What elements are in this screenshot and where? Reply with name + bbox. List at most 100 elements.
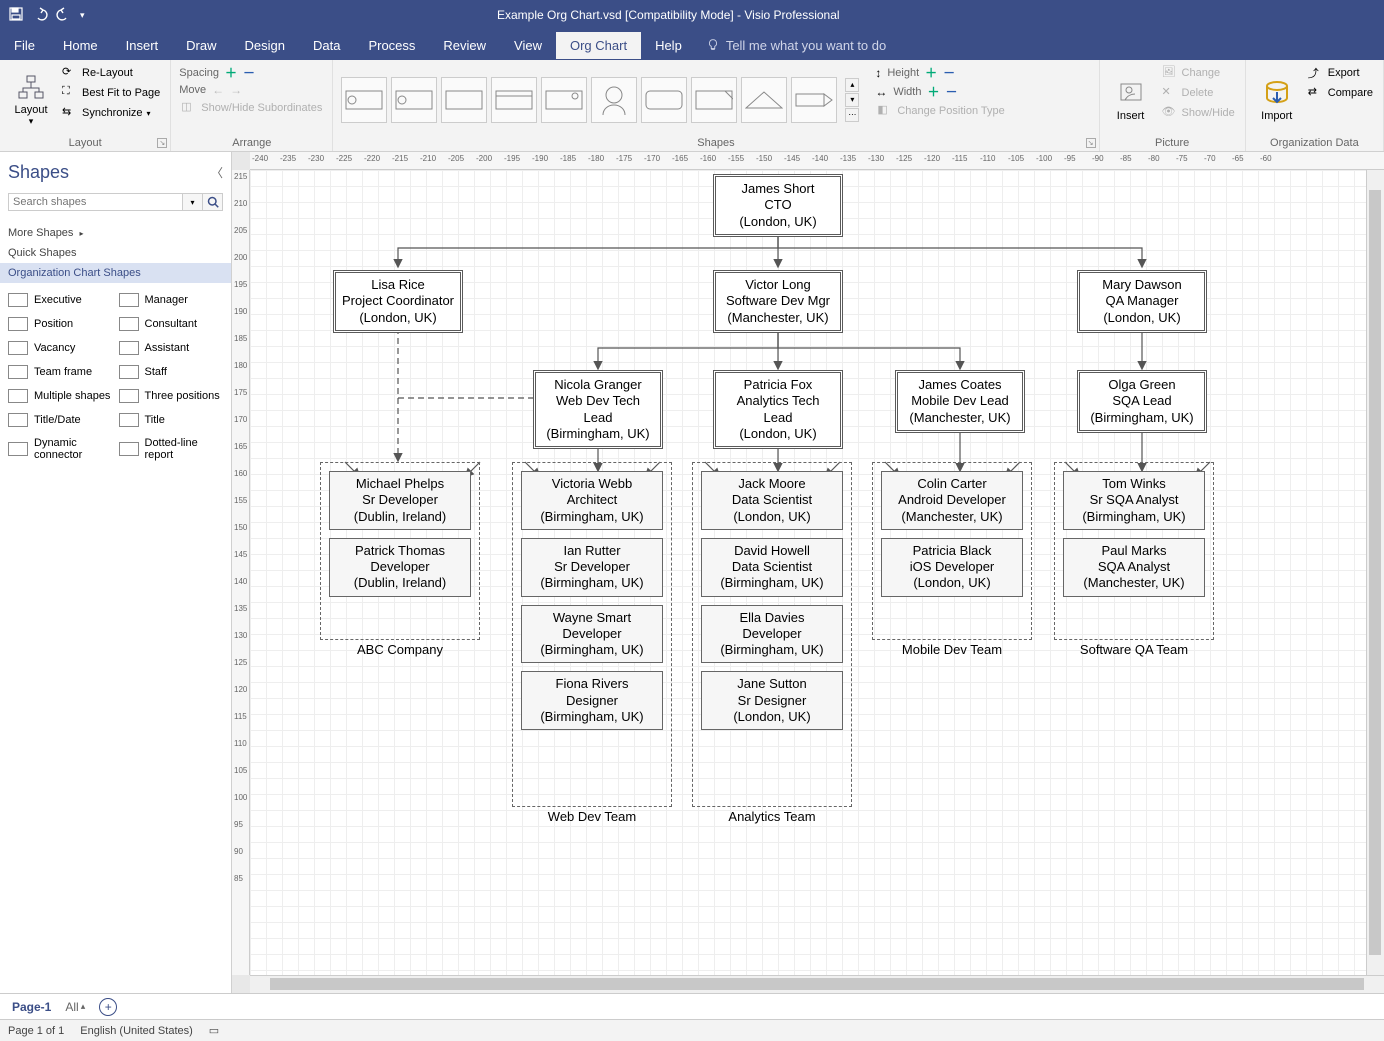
page-tab-1[interactable]: Page-1 bbox=[12, 1000, 51, 1014]
search-shapes-input[interactable] bbox=[8, 193, 183, 211]
bestfit-button[interactable]: ⛶Best Fit to Page bbox=[60, 84, 162, 102]
team-member[interactable]: Wayne SmartDeveloper(Birmingham, UK) bbox=[521, 605, 663, 664]
shape-master-label[interactable]: Staff bbox=[145, 366, 224, 378]
shape-master-label[interactable]: Executive bbox=[34, 294, 113, 306]
team-abc[interactable]: Michael PhelpsSr Developer(Dublin, Irela… bbox=[320, 462, 480, 640]
shape-thumb-5[interactable] bbox=[541, 77, 587, 123]
quick-shapes-link[interactable]: Quick Shapes bbox=[0, 243, 231, 263]
search-icon[interactable] bbox=[203, 193, 223, 211]
shape-master-label[interactable]: Position bbox=[34, 318, 113, 330]
change-pos-button[interactable]: ◧Change Position Type bbox=[875, 102, 1006, 120]
height-minus-icon[interactable]: － bbox=[943, 64, 955, 81]
team-web[interactable]: Victoria WebbArchitect(Birmingham, UK) I… bbox=[512, 462, 672, 807]
shape-thumb-pos[interactable] bbox=[441, 77, 487, 123]
shape-master-icon[interactable] bbox=[119, 341, 139, 355]
tab-file[interactable]: File bbox=[0, 32, 49, 59]
shape-master-icon[interactable] bbox=[8, 442, 28, 456]
save-icon[interactable] bbox=[8, 6, 24, 25]
spacing-plus-icon[interactable]: ＋ bbox=[225, 64, 237, 81]
export-button[interactable]: ⤴Export bbox=[1306, 64, 1375, 82]
shape-master-label[interactable]: Dotted-line report bbox=[145, 437, 224, 461]
team-member[interactable]: Tom WinksSr SQA Analyst(Birmingham, UK) bbox=[1063, 471, 1205, 530]
team-mobile[interactable]: Colin CarterAndroid Developer(Manchester… bbox=[872, 462, 1032, 640]
shape-master-icon[interactable] bbox=[8, 293, 28, 307]
tab-org-chart[interactable]: Org Chart bbox=[556, 32, 641, 59]
shapes-dialog-launcher[interactable]: ↘ bbox=[1086, 138, 1096, 148]
shape-thumb-9[interactable] bbox=[741, 77, 787, 123]
shape-master-icon[interactable] bbox=[119, 413, 139, 427]
shape-master-label[interactable]: Title/Date bbox=[34, 414, 113, 426]
shape-thumb-exec[interactable] bbox=[341, 77, 387, 123]
team-member[interactable]: Jane SuttonSr Designer(London, UK) bbox=[701, 671, 843, 730]
tab-review[interactable]: Review bbox=[429, 32, 500, 59]
shape-master-label[interactable]: Assistant bbox=[145, 342, 224, 354]
org-node-olga[interactable]: Olga GreenSQA Lead(Birmingham, UK) bbox=[1077, 370, 1207, 433]
shape-master-icon[interactable] bbox=[8, 389, 28, 403]
layout-dialog-launcher[interactable]: ↘ bbox=[157, 138, 167, 148]
shape-master-icon[interactable] bbox=[119, 389, 139, 403]
team-member[interactable]: Colin CarterAndroid Developer(Manchester… bbox=[881, 471, 1023, 530]
gallery-more-icon[interactable]: ⋯ bbox=[845, 108, 859, 122]
shape-master-label[interactable]: Manager bbox=[145, 294, 224, 306]
width-minus-icon[interactable]: － bbox=[945, 83, 957, 100]
spacing-minus-icon[interactable]: － bbox=[243, 64, 255, 81]
picture-showhide-button[interactable]: 👁Show/Hide bbox=[1160, 104, 1237, 122]
team-analytics[interactable]: Jack MooreData Scientist(London, UK) Dav… bbox=[692, 462, 852, 807]
org-chart-shapes-link[interactable]: Organization Chart Shapes bbox=[0, 263, 231, 283]
tab-draw[interactable]: Draw bbox=[172, 32, 230, 59]
org-node-nicola[interactable]: Nicola GrangerWeb Dev Tech Lead(Birmingh… bbox=[533, 370, 663, 449]
gallery-down-icon[interactable]: ▾ bbox=[845, 93, 859, 107]
shape-master-icon[interactable] bbox=[119, 317, 139, 331]
showhide-sub-button[interactable]: ◫Show/Hide Subordinates bbox=[179, 99, 324, 117]
shape-master-label[interactable]: Three positions bbox=[145, 390, 224, 402]
shape-master-icon[interactable] bbox=[119, 365, 139, 379]
team-member[interactable]: David HowellData Scientist(Birmingham, U… bbox=[701, 538, 843, 597]
team-member[interactable]: Michael PhelpsSr Developer(Dublin, Irela… bbox=[329, 471, 471, 530]
shapes-pane-collapse-icon[interactable]: 〈 bbox=[211, 164, 223, 181]
drawing-canvas[interactable]: James ShortCTO(London, UK) Lisa RiceProj… bbox=[250, 170, 1384, 975]
move-right-icon[interactable]: → bbox=[230, 83, 242, 97]
org-node-mary[interactable]: Mary DawsonQA Manager(London, UK) bbox=[1077, 270, 1207, 333]
undo-icon[interactable] bbox=[32, 6, 48, 25]
tab-data[interactable]: Data bbox=[299, 32, 354, 59]
shape-master-icon[interactable] bbox=[119, 442, 139, 456]
org-node-lisa[interactable]: Lisa RiceProject Coordinator(London, UK) bbox=[333, 270, 463, 333]
picture-delete-button[interactable]: ✕Delete bbox=[1160, 84, 1237, 102]
team-member[interactable]: Patricia BlackiOS Developer(London, UK) bbox=[881, 538, 1023, 597]
macro-record-icon[interactable]: ▭ bbox=[209, 1024, 219, 1037]
shape-thumb-10[interactable] bbox=[791, 77, 837, 123]
compare-button[interactable]: ⇄Compare bbox=[1306, 84, 1375, 102]
add-page-button[interactable]: + bbox=[99, 998, 117, 1016]
width-plus-icon[interactable]: ＋ bbox=[927, 83, 939, 100]
vertical-scrollbar[interactable] bbox=[1366, 170, 1384, 975]
search-dropdown-icon[interactable]: ▾ bbox=[183, 193, 203, 211]
shape-master-label[interactable]: Dynamic connector bbox=[34, 437, 113, 461]
org-node-patricia[interactable]: Patricia FoxAnalytics Tech Lead(London, … bbox=[713, 370, 843, 449]
shape-thumb-4[interactable] bbox=[491, 77, 537, 123]
qat-dropdown-icon[interactable]: ▾ bbox=[80, 10, 85, 21]
team-member[interactable]: Ella DaviesDeveloper(Birmingham, UK) bbox=[701, 605, 843, 664]
shape-thumb-6[interactable] bbox=[591, 77, 637, 123]
gallery-up-icon[interactable]: ▴ bbox=[845, 78, 859, 92]
tab-insert[interactable]: Insert bbox=[112, 32, 173, 59]
team-member[interactable]: Fiona RiversDesigner(Birmingham, UK) bbox=[521, 671, 663, 730]
shape-gallery[interactable]: ▴ ▾ ⋯ bbox=[341, 64, 859, 135]
team-member[interactable]: Ian RutterSr Developer(Birmingham, UK) bbox=[521, 538, 663, 597]
org-node-james[interactable]: James CoatesMobile Dev Lead(Manchester, … bbox=[895, 370, 1025, 433]
org-node-cto[interactable]: James ShortCTO(London, UK) bbox=[713, 174, 843, 237]
move-left-icon[interactable]: ← bbox=[212, 83, 224, 97]
tab-process[interactable]: Process bbox=[354, 32, 429, 59]
synchronize-button[interactable]: ⇆Synchronize ▾ bbox=[60, 104, 162, 122]
team-member[interactable]: Patrick ThomasDeveloper(Dublin, Ireland) bbox=[329, 538, 471, 597]
team-member[interactable]: Paul MarksSQA Analyst(Manchester, UK) bbox=[1063, 538, 1205, 597]
shape-master-icon[interactable] bbox=[119, 293, 139, 307]
height-plus-icon[interactable]: ＋ bbox=[925, 64, 937, 81]
shape-thumb-7[interactable] bbox=[641, 77, 687, 123]
tell-me[interactable]: Tell me what you want to do bbox=[696, 38, 896, 53]
shape-master-icon[interactable] bbox=[8, 365, 28, 379]
team-member[interactable]: Victoria WebbArchitect(Birmingham, UK) bbox=[521, 471, 663, 530]
picture-change-button[interactable]: 🖼Change bbox=[1160, 64, 1237, 82]
org-node-victor[interactable]: Victor LongSoftware Dev Mgr(Manchester, … bbox=[713, 270, 843, 333]
shape-master-label[interactable]: Title bbox=[145, 414, 224, 426]
shape-thumb-mgr[interactable] bbox=[391, 77, 437, 123]
